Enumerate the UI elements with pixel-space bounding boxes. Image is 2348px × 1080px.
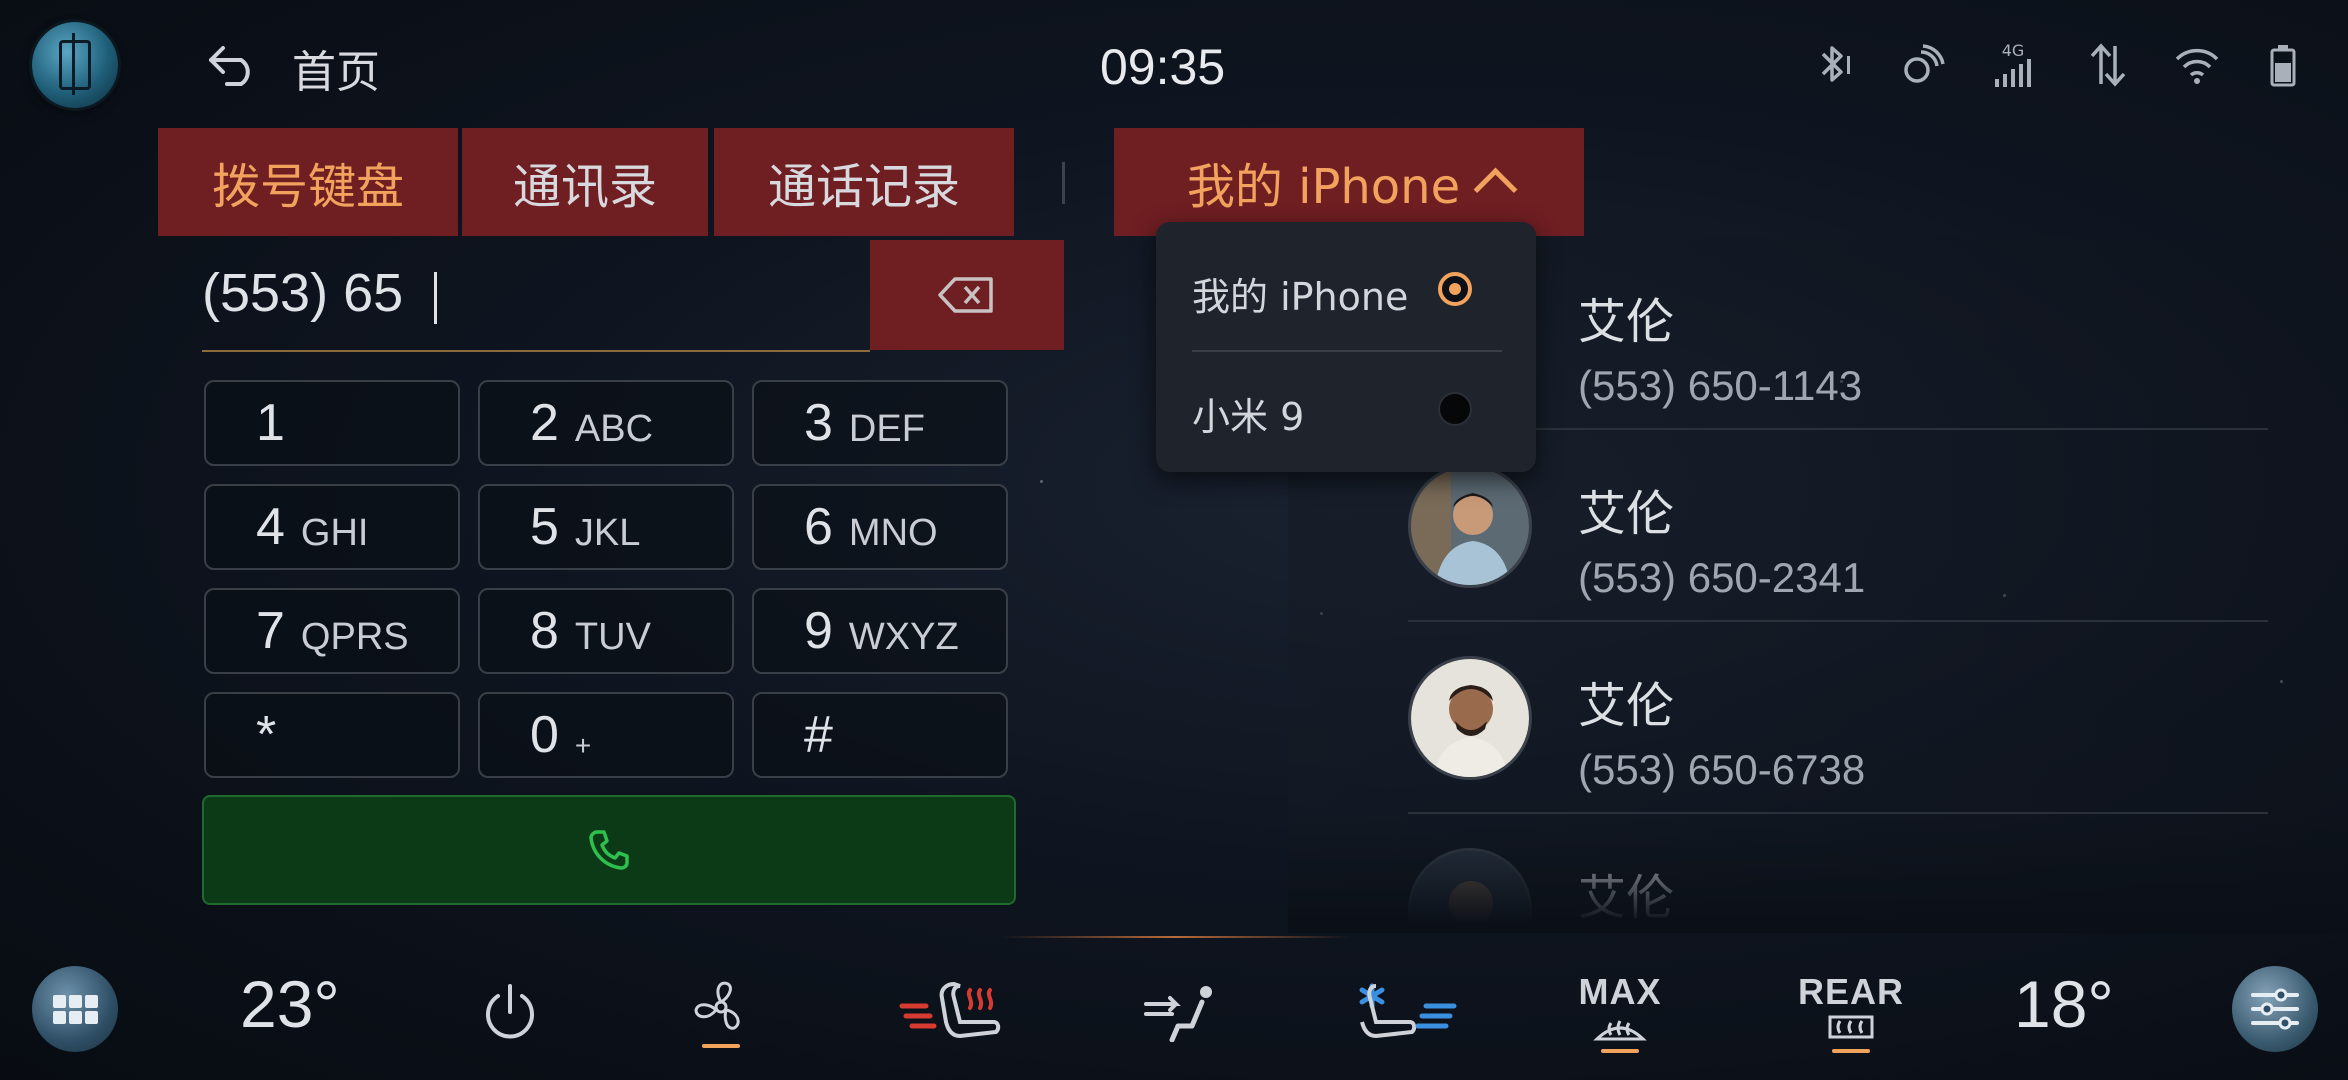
text-cursor [434, 272, 437, 324]
data-transfer-icon [2086, 40, 2130, 90]
rear-label: REAR [1797, 971, 1904, 1012]
key-2[interactable]: 2 ABC [478, 380, 734, 466]
key-digit: 9 [804, 602, 833, 660]
sliders-icon [2251, 988, 2299, 1030]
key-digit: 3 [804, 394, 833, 452]
grid-icon [52, 994, 98, 1024]
key-digit: 8 [530, 602, 559, 660]
signal-type-label: 4G [2001, 41, 2025, 60]
key-4[interactable]: 4 GHI [204, 484, 460, 570]
key-letters: WXYZ [848, 615, 959, 658]
battery-icon [2268, 40, 2298, 90]
radio-unselected[interactable] [1438, 392, 1472, 426]
key-letters: MNO [848, 511, 938, 554]
device-selector-label: 我的 iPhone [1186, 159, 1461, 215]
key-letters: QPRS [300, 615, 409, 658]
key-digit: * [256, 706, 277, 764]
climate-power-button[interactable] [470, 962, 550, 1062]
seat-cool-button[interactable] [1344, 962, 1464, 1062]
key-digit: 0 [530, 706, 559, 764]
device-option-mi9[interactable]: 小米 9 [1192, 386, 1304, 441]
contact-name: 艾伦 [1578, 294, 1675, 350]
app-grid-button[interactable] [32, 966, 118, 1052]
brand-logo[interactable] [32, 22, 118, 108]
device-selector-button[interactable]: 我的 iPhone [1114, 128, 1584, 236]
key-letters: GHI [300, 511, 369, 554]
contact-row[interactable]: 艾伦 (553) 650-6738 [1288, 622, 2268, 814]
key-digit: 1 [256, 394, 285, 452]
key-digit: 5 [530, 498, 559, 556]
key-3[interactable]: 3 DEF [752, 380, 1008, 466]
max-defrost-indicator [1601, 1049, 1639, 1053]
max-label: MAX [1578, 971, 1662, 1012]
chevron-up-icon [1473, 167, 1518, 211]
wifi-icon [2172, 40, 2222, 90]
backspace-button[interactable] [870, 240, 1064, 350]
contact-number: (553) 650-1143 [1578, 362, 1863, 409]
clock: 09:35 [1100, 39, 1226, 95]
key-letters: TUV [574, 615, 651, 658]
bluetooth-icon [1812, 40, 1858, 90]
rear-defrost-button[interactable]: REAR [1796, 962, 1906, 1062]
key-1[interactable]: 1 [204, 380, 460, 466]
tab-divider [1062, 162, 1065, 204]
key-digit: 2 [530, 394, 559, 452]
avatar [1408, 464, 1532, 588]
seat-heat-icon [899, 981, 1001, 1039]
fan-indicator [702, 1044, 740, 1048]
phone-icon [589, 830, 629, 870]
seat-ventilation-icon [1359, 983, 1457, 1039]
tab-contacts[interactable]: 通讯录 [462, 128, 708, 236]
key-letters: DEF [848, 407, 925, 450]
page-title: 首页 [292, 47, 380, 98]
device-option-iphone[interactable]: 我的 iPhone [1192, 266, 1408, 321]
climate-settings-button[interactable] [2232, 966, 2318, 1052]
fan-icon [694, 981, 740, 1030]
airflow-icon [1144, 986, 1212, 1042]
key-digit: 7 [256, 602, 285, 660]
contact-number: (553) 650-6738 [1578, 746, 1866, 793]
key-digit: 4 [256, 498, 285, 556]
drawer-handle[interactable] [1000, 936, 1350, 938]
key-star[interactable]: * [204, 692, 460, 778]
connected-car-icon [1898, 40, 1946, 90]
avatar [1408, 656, 1532, 780]
rear-defrost-icon [1828, 1015, 1874, 1039]
key-digit: 6 [804, 498, 833, 556]
tab-call-log[interactable]: 通话记录 [714, 128, 1014, 236]
key-9[interactable]: 9 WXYZ [752, 588, 1008, 674]
key-letters: ABC [574, 407, 654, 450]
phone-number-input[interactable]: (553) 65 [202, 262, 403, 324]
max-defrost-button[interactable]: MAX [1572, 962, 1668, 1062]
key-0[interactable]: 0 + [478, 692, 734, 778]
airflow-button[interactable] [1134, 962, 1230, 1062]
cellular-4g-icon: 4G [1990, 40, 2036, 90]
rear-defrost-indicator [1832, 1049, 1870, 1053]
key-6[interactable]: 6 MNO [752, 484, 1008, 570]
key-8[interactable]: 8 TUV [478, 588, 734, 674]
left-temperature[interactable]: 23° [240, 966, 340, 1042]
key-hash[interactable]: # [752, 692, 1008, 778]
contact-name: 艾伦 [1578, 678, 1675, 734]
key-digit: # [804, 706, 833, 764]
tab-keypad[interactable]: 拨号键盘 [158, 128, 458, 236]
front-defrost-icon [1593, 1020, 1647, 1041]
radio-selected[interactable] [1438, 272, 1472, 306]
key-7[interactable]: 7 QPRS [204, 588, 460, 674]
fan-button[interactable] [676, 962, 766, 1062]
key-letters: + [574, 730, 592, 761]
call-button[interactable] [202, 795, 1016, 905]
key-5[interactable]: 5 JKL [478, 484, 734, 570]
back-arrow-icon [209, 46, 250, 86]
backspace-icon [938, 277, 993, 313]
seat-heat-button[interactable] [896, 962, 1016, 1062]
power-icon [486, 984, 534, 1039]
back-button[interactable] [205, 38, 265, 90]
right-temperature[interactable]: 18° [2014, 966, 2114, 1042]
contact-number: (553) 650-2341 [1578, 554, 1866, 601]
device-dropdown: 我的 iPhone 小米 9 [1156, 222, 1536, 472]
input-underline [202, 350, 870, 352]
key-letters: JKL [574, 511, 641, 554]
contact-name: 艾伦 [1578, 486, 1675, 542]
